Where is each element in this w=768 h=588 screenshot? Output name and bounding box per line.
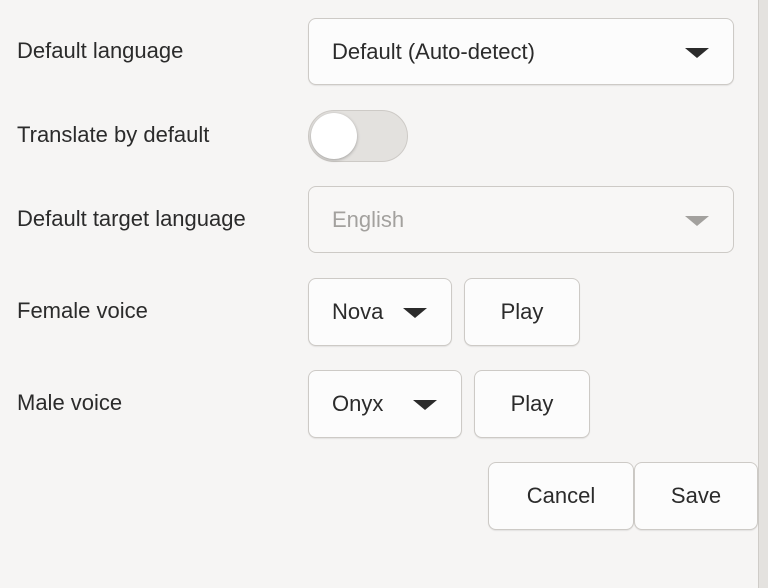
default-target-language-value: English xyxy=(332,206,405,232)
default-language-select[interactable]: Default (Auto-detect) xyxy=(308,18,734,85)
toggle-knob xyxy=(311,113,357,159)
default-target-language-label: Default target language xyxy=(17,206,246,231)
female-voice-value: Nova xyxy=(332,299,384,324)
save-button-label: Save xyxy=(670,483,722,508)
female-voice-label: Female voice xyxy=(17,298,148,323)
male-voice-select[interactable]: Onyx xyxy=(308,370,462,438)
male-voice-label: Male voice xyxy=(17,390,123,415)
female-voice-play-button[interactable]: Play xyxy=(464,278,580,346)
male-voice-play-button[interactable]: Play xyxy=(474,370,590,438)
chevron-down-icon xyxy=(685,47,709,58)
cancel-button-label: Cancel xyxy=(526,483,596,508)
default-language-label: Default language xyxy=(17,38,184,63)
chevron-down-icon xyxy=(413,400,437,410)
male-voice-value: Onyx xyxy=(332,391,384,416)
default-target-language-select: English xyxy=(308,186,734,253)
save-button[interactable]: Save xyxy=(634,462,758,530)
translate-by-default-toggle[interactable] xyxy=(308,110,408,162)
play-button-label: Play xyxy=(500,299,544,324)
translate-by-default-label: Translate by default xyxy=(17,122,210,147)
cancel-button[interactable]: Cancel xyxy=(488,462,634,530)
play-button-label: Play xyxy=(510,391,554,416)
female-voice-select[interactable]: Nova xyxy=(308,278,452,346)
chevron-down-icon xyxy=(403,308,427,318)
default-language-value: Default (Auto-detect) xyxy=(332,38,535,64)
settings-panel: Default language Default (Auto-detect) T… xyxy=(0,0,759,588)
chevron-down-icon xyxy=(685,215,709,226)
